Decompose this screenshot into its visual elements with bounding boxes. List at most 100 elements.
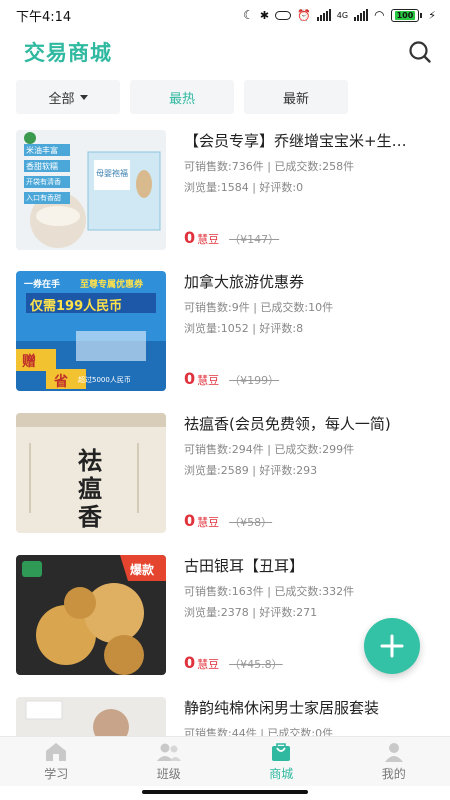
thumb-label: 香 xyxy=(78,502,102,531)
sellable-count: 可销售数:736件 xyxy=(184,160,264,173)
bluetooth-icon: ✱ xyxy=(259,8,270,22)
product-title: 加拿大旅游优惠券 xyxy=(184,273,305,291)
filter-label: 全部 xyxy=(48,91,75,107)
thumb-label: 至尊专属优惠券 xyxy=(80,280,144,290)
filter-hottest-tab[interactable]: 最热 xyxy=(130,80,234,114)
product-image: 祛 瘟 香 xyxy=(16,413,166,533)
original-price: （¥45.8） xyxy=(229,658,283,671)
review-count: 好评数:0 xyxy=(259,181,304,194)
view-count: 浏览量:1052 xyxy=(184,322,249,335)
original-price: （¥199） xyxy=(229,374,280,387)
sold-count: 已成交数:258件 xyxy=(274,160,355,173)
battery-icon: 100 xyxy=(390,8,423,22)
product-info: 【会员专享】乔继增宝宝米+生… 可销售数:736件 | 已成交数:258件 浏览… xyxy=(184,130,446,250)
thumb-label: 爆款 xyxy=(130,563,155,577)
product-price: 0 慧豆 （¥199） xyxy=(184,369,279,388)
product-item[interactable]: 静韵纯棉休闲男士家居服套装 可销售数:44件 | 已成交数:0件 xyxy=(16,697,446,736)
nav-label: 我的 xyxy=(381,766,406,781)
product-item[interactable]: 祛 瘟 香 祛瘟香(会员免费领，每人一简) 可销售数:294件 | 已成交数:2… xyxy=(16,413,446,533)
moon-icon: ☾ xyxy=(243,8,254,22)
nav-class[interactable]: 班级 xyxy=(113,737,226,786)
product-title: 【会员专享】乔继增宝宝米+生… xyxy=(184,132,407,150)
view-count: 浏览量:1584 xyxy=(184,181,249,194)
sellable-count: 可销售数:294件 xyxy=(184,443,264,456)
product-title: 古田银耳【丑耳】 xyxy=(184,557,305,575)
product-title: 静韵纯棉休闲男士家居服套装 xyxy=(184,699,380,717)
product-image xyxy=(16,697,166,736)
thumb-label: 一券在手 xyxy=(24,280,61,290)
filter-all-dropdown[interactable]: 全部 xyxy=(16,80,120,114)
page-title: 交易商城 xyxy=(24,41,112,65)
price-value: 0 xyxy=(184,511,196,530)
filter-label: 最热 xyxy=(168,91,195,107)
charging-icon: ⚡ xyxy=(428,8,436,22)
filter-newest-tab[interactable]: 最新 xyxy=(244,80,348,114)
nav-label: 班级 xyxy=(156,766,181,781)
product-info: 加拿大旅游优惠券 可销售数:9件 | 已成交数:10件 浏览量:1052 | 好… xyxy=(184,271,446,391)
sellable-count: 可销售数:9件 xyxy=(184,301,250,314)
sold-count: 已成交数:332件 xyxy=(274,585,355,598)
toggle-icon xyxy=(275,10,292,20)
product-stats-meta: 浏览量:1584 | 好评数:0 xyxy=(184,181,304,194)
price-value: 0 xyxy=(184,228,196,247)
sold-count: 已成交数:0件 xyxy=(267,727,334,736)
sold-count: 已成交数:299件 xyxy=(274,443,355,456)
wifi-icon: ◠ xyxy=(374,8,385,22)
nav-study[interactable]: 学习 xyxy=(0,737,113,786)
alarm-icon: ⏰ xyxy=(297,8,311,22)
search-button[interactable] xyxy=(406,38,434,66)
view-count: 浏览量:2378 xyxy=(184,606,249,619)
product-sales-meta: 可销售数:736件 | 已成交数:258件 xyxy=(184,160,355,173)
bag-icon xyxy=(272,742,291,761)
thumb-label: 母婴袍福 xyxy=(96,169,128,178)
product-price: 0 慧豆 （¥147） xyxy=(184,228,279,247)
thumb-label: 米油丰富 xyxy=(26,146,58,155)
product-info: 静韵纯棉休闲男士家居服套装 可销售数:44件 | 已成交数:0件 xyxy=(184,697,446,736)
product-stats-meta: 浏览量:1052 | 好评数:8 xyxy=(184,322,304,335)
nav-mall[interactable]: 商城 xyxy=(225,737,338,786)
users-icon xyxy=(156,743,181,761)
product-price: 0 慧豆 （¥45.8） xyxy=(184,653,283,672)
nav-label: 学习 xyxy=(44,766,69,781)
original-price: （¥147） xyxy=(229,233,280,246)
product-item[interactable]: 米油丰富 香甜软糯 开袋有清香 入口有香甜 母婴袍福 【会员专享】乔继增宝宝米+… xyxy=(16,130,446,250)
price-unit: 慧豆 xyxy=(197,374,220,387)
thumb-label: 仅需199人民币 xyxy=(30,299,123,314)
nav-mine[interactable]: 我的 xyxy=(338,737,450,786)
price-value: 0 xyxy=(184,369,196,388)
review-count: 好评数:8 xyxy=(259,322,304,335)
product-price: 0 慧豆 （¥58） xyxy=(184,511,272,530)
product-image: 米油丰富 香甜软糯 开袋有清香 入口有香甜 母婴袍福 xyxy=(16,130,166,250)
status-time: 下午4:14 xyxy=(16,9,72,25)
network-label: 4G xyxy=(336,10,349,20)
product-sales-meta: 可销售数:163件 | 已成交数:332件 xyxy=(184,585,355,598)
thumb-label: 香甜软糯 xyxy=(26,162,58,171)
product-item[interactable]: 一券在手 至尊专属优惠券 仅需199人民币 赠 省 超过5000人民币 加拿大旅… xyxy=(16,271,446,391)
header: 交易商城 xyxy=(0,30,450,74)
add-button[interactable] xyxy=(364,618,420,674)
person-icon xyxy=(384,742,403,762)
home-icon xyxy=(46,742,67,761)
status-icons: ☾ ✱ ⏰ 4G ◠ 100 ⚡ xyxy=(243,8,436,22)
review-count: 好评数:271 xyxy=(259,606,318,619)
status-bar: 下午4:14 ☾ ✱ ⏰ 4G ◠ 100 ⚡ xyxy=(0,0,450,30)
original-price: （¥58） xyxy=(229,516,273,529)
price-value: 0 xyxy=(184,653,196,672)
thumb-label: 入口有香甜 xyxy=(26,194,61,202)
product-image: 一券在手 至尊专属优惠券 仅需199人民币 赠 省 超过5000人民币 xyxy=(16,271,166,391)
bottom-nav: 学习 班级 商城 我的 xyxy=(0,736,450,786)
caret-down-icon xyxy=(79,94,88,100)
battery-level: 100 xyxy=(394,10,416,20)
price-unit: 慧豆 xyxy=(197,658,220,671)
price-unit: 慧豆 xyxy=(197,516,220,529)
product-info: 祛瘟香(会员免费领，每人一简) 可销售数:294件 | 已成交数:299件 浏览… xyxy=(184,413,446,533)
filter-tabs: 全部 最热 最新 xyxy=(16,80,348,114)
product-stats-meta: 浏览量:2589 | 好评数:293 xyxy=(184,464,318,477)
nav-label: 商城 xyxy=(269,766,294,781)
product-stats-meta: 浏览量:2378 | 好评数:271 xyxy=(184,606,318,619)
sellable-count: 可销售数:163件 xyxy=(184,585,264,598)
product-title: 祛瘟香(会员免费领，每人一简) xyxy=(184,415,391,433)
thumb-label: 超过5000人民币 xyxy=(78,376,131,384)
home-indicator[interactable] xyxy=(142,790,308,794)
review-count: 好评数:293 xyxy=(259,464,318,477)
